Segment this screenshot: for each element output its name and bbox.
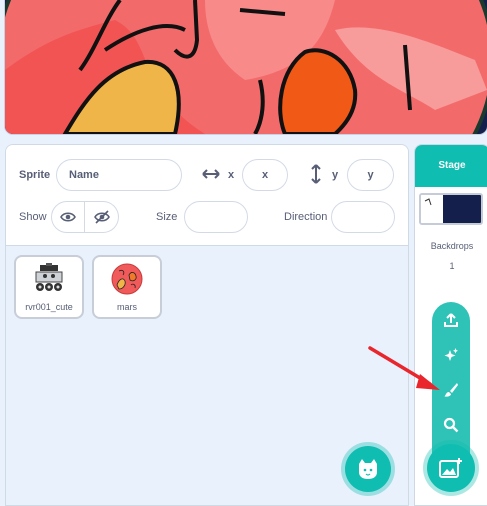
eye-icon bbox=[60, 212, 76, 222]
stage-canvas[interactable] bbox=[5, 0, 487, 134]
show-sprite-button[interactable] bbox=[51, 201, 85, 233]
y-position-field[interactable] bbox=[347, 159, 394, 191]
surprise-backdrop-button[interactable] bbox=[437, 341, 465, 369]
choose-sprite-button[interactable] bbox=[345, 446, 391, 492]
paint-backdrop-button[interactable] bbox=[437, 376, 465, 404]
sprite-tile-rvr001-cute[interactable]: rvr001_cute bbox=[14, 255, 84, 319]
sprite-label: Sprite bbox=[19, 169, 51, 181]
upload-icon bbox=[444, 313, 458, 327]
x-position-field[interactable] bbox=[242, 159, 288, 191]
surprise-icon bbox=[444, 348, 458, 361]
backdrop-thumbnail[interactable] bbox=[419, 193, 483, 225]
y-label: y bbox=[332, 169, 339, 181]
show-label: Show bbox=[19, 211, 47, 223]
vertical-arrows-icon bbox=[311, 164, 321, 184]
cat-icon bbox=[359, 459, 377, 479]
x-label: x bbox=[228, 169, 235, 181]
upload-backdrop-button[interactable] bbox=[437, 306, 465, 334]
horizontal-arrows-icon bbox=[202, 169, 220, 179]
sprite-info-panel: Sprite x y Show Size Directi bbox=[6, 145, 408, 246]
search-icon bbox=[443, 417, 459, 433]
sprite-name: rvr001_cute bbox=[25, 302, 73, 312]
eye-slash-icon bbox=[93, 210, 110, 224]
search-backdrop-button[interactable] bbox=[437, 411, 465, 439]
backdrop-preview-icon bbox=[421, 195, 481, 223]
backdrops-count: 1 bbox=[449, 261, 455, 271]
size-field[interactable] bbox=[184, 201, 248, 233]
size-label: Size bbox=[156, 211, 178, 223]
mars-planet-icon bbox=[111, 263, 143, 295]
sprite-name: mars bbox=[117, 302, 137, 312]
mars-planet-drawing bbox=[5, 0, 487, 134]
backdrops-label: Backdrops bbox=[430, 241, 474, 251]
stage-title: Stage bbox=[415, 145, 487, 187]
hide-sprite-button[interactable] bbox=[85, 201, 119, 233]
direction-label: Direction bbox=[284, 211, 328, 223]
paint-icon bbox=[444, 383, 458, 397]
backdrop-image-icon bbox=[439, 458, 462, 478]
sprite-name-field[interactable] bbox=[56, 159, 182, 191]
rover-icon bbox=[35, 263, 63, 291]
direction-field[interactable] bbox=[331, 201, 395, 233]
sprite-tile-mars[interactable]: mars bbox=[92, 255, 162, 319]
choose-backdrop-button[interactable] bbox=[427, 444, 475, 492]
sprite-pane: Sprite x y Show Size Directi bbox=[5, 144, 409, 506]
